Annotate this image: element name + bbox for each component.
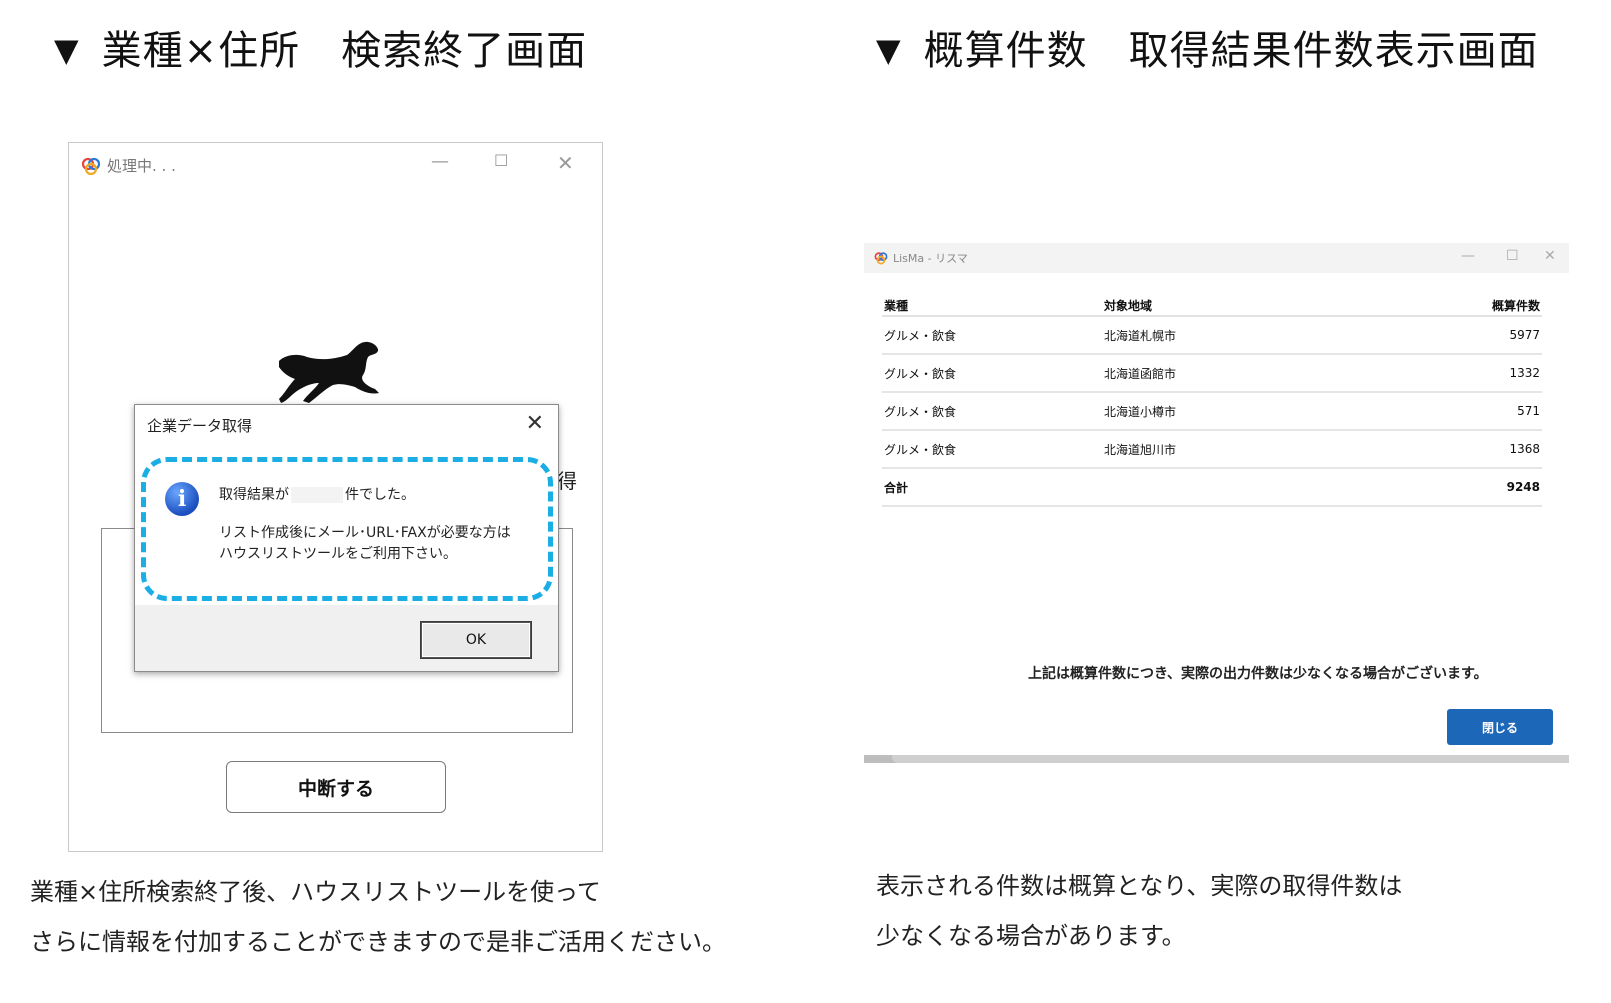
dialog-message-line1: 取得結果が 件でした。 bbox=[219, 484, 415, 504]
result-dialog: 企業データ取得 ✕ i 取得結果が 件でした。 リスト作成後にメール･URL･FA… bbox=[134, 404, 559, 672]
dog-silhouette-icon bbox=[279, 341, 379, 403]
table-row: グルメ・飲食 北海道函館市 1332 bbox=[882, 354, 1542, 393]
cell-area: 北海道旭川市 bbox=[1102, 430, 1402, 469]
ok-button-label: OK bbox=[465, 632, 487, 648]
cell-industry: グルメ・飲食 bbox=[882, 392, 1102, 431]
cell-industry: グルメ・飲食 bbox=[882, 354, 1102, 393]
right-caption: 表示される件数は概算となり、実際の取得件数は 少なくなる場合があります。 bbox=[876, 861, 1402, 961]
cell-area: 北海道函館市 bbox=[1102, 354, 1402, 393]
result-window-title: LisMa - リスマ bbox=[893, 252, 968, 265]
table-header-row: 業種 対象地域 概算件数 bbox=[882, 295, 1542, 317]
column-header-area: 対象地域 bbox=[1102, 295, 1402, 317]
result-window-title-area: LisMa - リスマ bbox=[874, 250, 968, 266]
message-suffix: 件でした。 bbox=[345, 487, 415, 503]
table-row: グルメ・飲食 北海道旭川市 1368 bbox=[882, 430, 1542, 469]
left-heading: ▼ 業種×住所 検索終了画面 bbox=[54, 18, 587, 76]
minimize-icon[interactable]: — bbox=[1461, 248, 1475, 264]
cell-count: 1332 bbox=[1402, 354, 1542, 393]
table-total-row: 合計 9248 bbox=[882, 468, 1542, 507]
total-count: 9248 bbox=[1402, 468, 1542, 507]
cell-industry: グルメ・飲食 bbox=[882, 430, 1102, 469]
app-logo-icon bbox=[874, 252, 888, 265]
dialog-message-body: リスト作成後にメール･URL･FAXが必要な方は ハウスリストツールをご利用下さ… bbox=[219, 523, 511, 565]
cell-count: 1368 bbox=[1402, 430, 1542, 469]
maximize-icon[interactable]: ☐ bbox=[1506, 248, 1519, 264]
total-spacer bbox=[1102, 468, 1402, 507]
processing-window-titlebar: 処理中. . . bbox=[81, 155, 176, 176]
partial-label: 得 bbox=[557, 469, 577, 493]
table-row: グルメ・飲食 北海道小樽市 571 bbox=[882, 392, 1542, 431]
table-row: グルメ・飲食 北海道札幌市 5977 bbox=[882, 316, 1542, 355]
minimize-icon[interactable]: — bbox=[431, 151, 449, 172]
info-icon: i bbox=[165, 482, 199, 516]
close-button-label: 閉じる bbox=[1481, 720, 1518, 735]
cell-area: 北海道小樽市 bbox=[1102, 392, 1402, 431]
right-caption-line2: 少なくなる場合があります。 bbox=[876, 922, 1186, 950]
triangle-down-icon: ▼ bbox=[876, 31, 902, 69]
triangle-down-icon: ▼ bbox=[54, 31, 80, 69]
processing-window-title: 処理中. . . bbox=[107, 157, 176, 175]
cell-count: 5977 bbox=[1402, 316, 1542, 355]
cancel-button[interactable]: 中断する bbox=[226, 761, 446, 813]
dialog-message-line2: リスト作成後にメール･URL･FAXが必要な方は bbox=[219, 525, 511, 541]
maximize-icon[interactable]: ☐ bbox=[494, 151, 508, 170]
close-icon[interactable]: ✕ bbox=[1544, 248, 1556, 264]
result-table: 業種 対象地域 概算件数 グルメ・飲食 北海道札幌市 5977 グルメ・飲食 北… bbox=[882, 295, 1542, 507]
left-caption-line2: さらに情報を付加することができますので是非ご活用ください。 bbox=[30, 928, 726, 956]
column-header-count: 概算件数 bbox=[1402, 295, 1542, 317]
left-caption: 業種×住所検索終了後、ハウスリストツールを使って さらに情報を付加することができ… bbox=[30, 867, 726, 967]
close-icon[interactable]: ✕ bbox=[526, 411, 544, 436]
left-caption-line1: 業種×住所検索終了後、ハウスリストツールを使って bbox=[30, 878, 601, 906]
right-heading: ▼ 概算件数 取得結果件数表示画面 bbox=[876, 18, 1539, 76]
close-icon[interactable]: ✕ bbox=[557, 151, 574, 175]
estimate-note: 上記は概算件数につき、実際の出力件数は少なくなる場合がございます。 bbox=[1028, 666, 1488, 682]
column-header-industry: 業種 bbox=[882, 295, 1102, 317]
redacted-count bbox=[291, 487, 343, 503]
dialog-title: 企業データ取得 bbox=[147, 417, 253, 435]
total-label: 合計 bbox=[882, 468, 1102, 507]
left-heading-text: 業種×住所 検索終了画面 bbox=[101, 28, 588, 74]
close-button[interactable]: 閉じる bbox=[1447, 709, 1553, 745]
message-prefix: 取得結果が bbox=[219, 487, 289, 503]
app-logo-icon bbox=[81, 157, 101, 175]
scrollbar-track[interactable] bbox=[892, 755, 1569, 763]
result-window: LisMa - リスマ — ☐ ✕ 業種 対象地域 概算件数 グルメ・飲食 北海… bbox=[864, 243, 1569, 763]
cell-area: 北海道札幌市 bbox=[1102, 316, 1402, 355]
cell-industry: グルメ・飲食 bbox=[882, 316, 1102, 355]
right-caption-line1: 表示される件数は概算となり、実際の取得件数は bbox=[876, 872, 1403, 900]
ok-button[interactable]: OK bbox=[421, 622, 531, 658]
right-heading-text: 概算件数 取得結果件数表示画面 bbox=[923, 28, 1539, 74]
cell-count: 571 bbox=[1402, 392, 1542, 431]
dialog-message-line3: ハウスリストツールをご利用下さい。 bbox=[219, 546, 457, 562]
cancel-button-label: 中断する bbox=[297, 777, 374, 800]
